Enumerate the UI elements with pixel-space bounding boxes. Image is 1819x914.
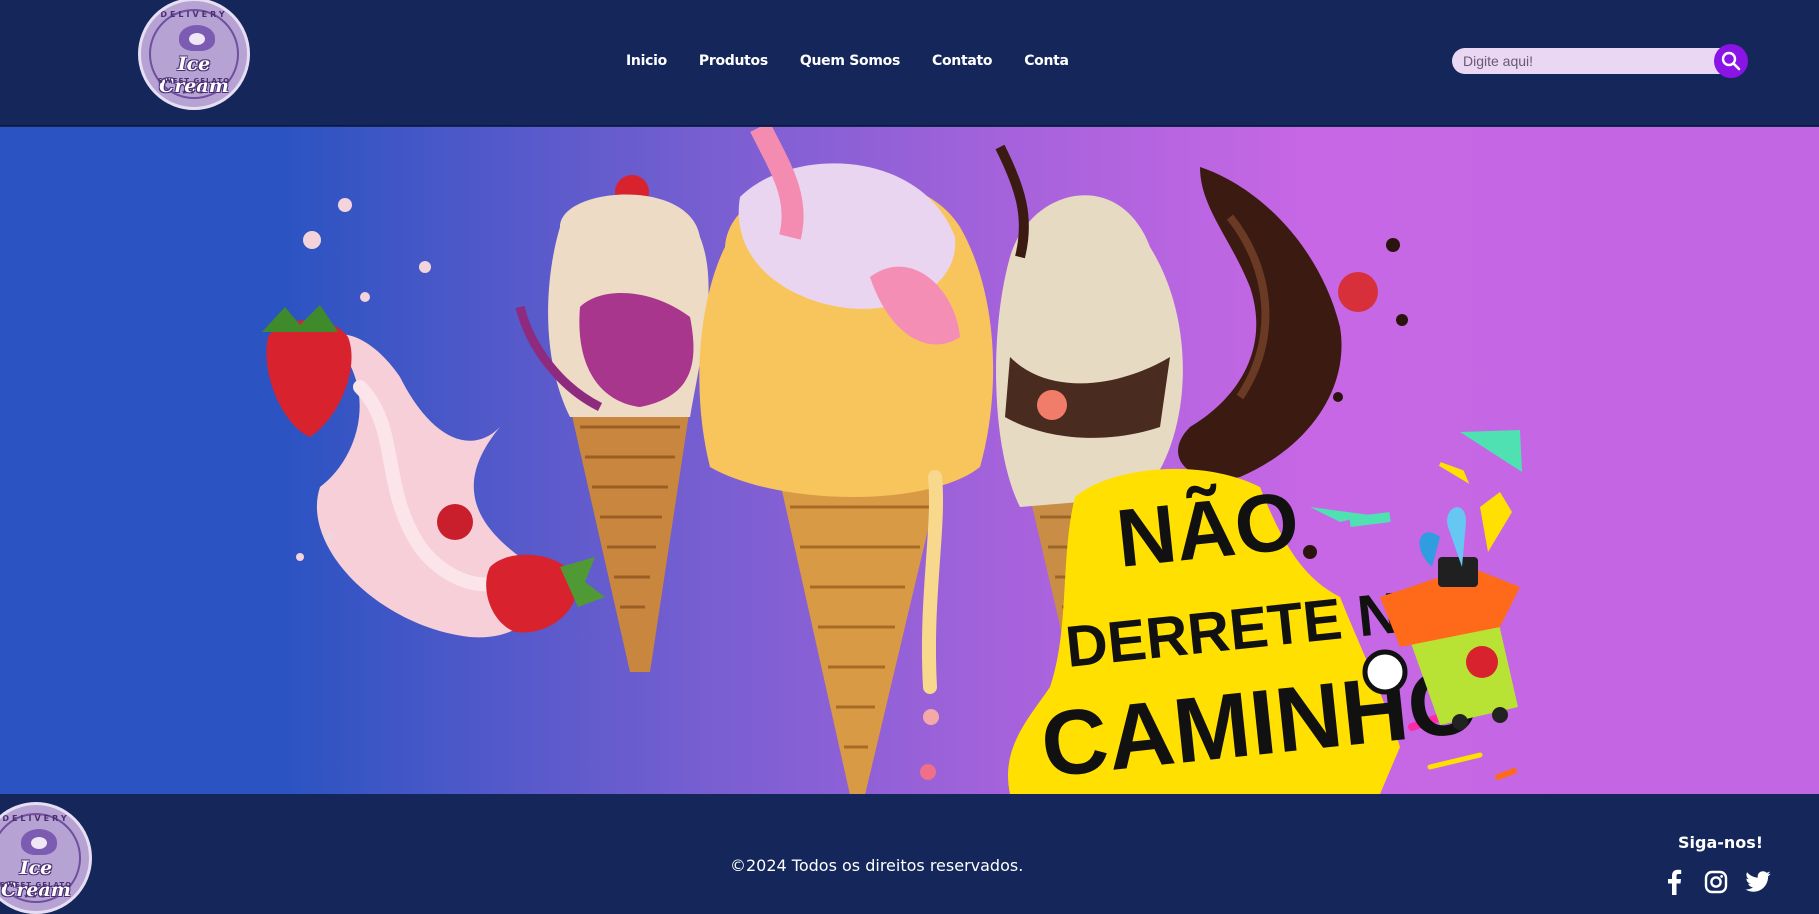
logo-arc-text: DELIVERY [160, 10, 228, 19]
site-header: DELIVERY Ice Cream SWEET GELATO ★★★ Inic… [0, 0, 1819, 126]
logo-arc-text: DELIVERY [2, 814, 70, 823]
facebook-link[interactable] [1660, 868, 1688, 896]
ice-cream-cone-center [699, 127, 994, 794]
headline-line-1: NÃO [1112, 475, 1303, 585]
brand-logo[interactable]: DELIVERY Ice Cream SWEET GELATO ★★★ [138, 0, 250, 110]
hero-illustration: NÃO DERRETE NO CAMINHO [262, 127, 1522, 794]
instagram-link[interactable] [1702, 868, 1730, 896]
search-button[interactable] [1714, 44, 1748, 78]
site-footer: DELIVERY Ice Cream SWEET GELATO ★★★ ©202… [0, 794, 1819, 914]
search-bar [1452, 44, 1748, 78]
facebook-icon [1668, 869, 1682, 895]
follow-us-label: Siga-nos! [1678, 833, 1764, 852]
footer-logo[interactable]: DELIVERY Ice Cream SWEET GELATO ★★★ [0, 802, 92, 914]
twitter-icon [1745, 871, 1771, 892]
social-links [1660, 868, 1772, 896]
copyright-text: ©2024 Todos os direitos reservados. [730, 856, 1024, 875]
logo-scoop-icon [179, 25, 215, 51]
nav-item-contato[interactable]: Contato [932, 52, 993, 70]
nav-item-produtos[interactable]: Produtos [699, 52, 768, 70]
logo-scoop-icon [21, 829, 57, 855]
nav-item-inicio[interactable]: Inicio [626, 52, 667, 70]
logo-tagline: SWEET GELATO [157, 77, 231, 85]
instagram-icon [1704, 870, 1728, 894]
nav-item-quem-somos[interactable]: Quem Somos [800, 52, 900, 70]
nav-item-conta[interactable]: Conta [1024, 52, 1069, 70]
logo-stars: ★★★ [181, 90, 207, 96]
search-icon [1721, 51, 1741, 71]
logo-tagline: SWEET GELATO [0, 881, 73, 889]
search-input[interactable] [1452, 48, 1722, 74]
main-nav: Inicio Produtos Quem Somos Contato Conta [626, 52, 1069, 70]
hero-banner: NÃO DERRETE NO CAMINHO [0, 127, 1819, 794]
twitter-link[interactable] [1744, 868, 1772, 896]
logo-stars: ★★★ [23, 894, 49, 900]
